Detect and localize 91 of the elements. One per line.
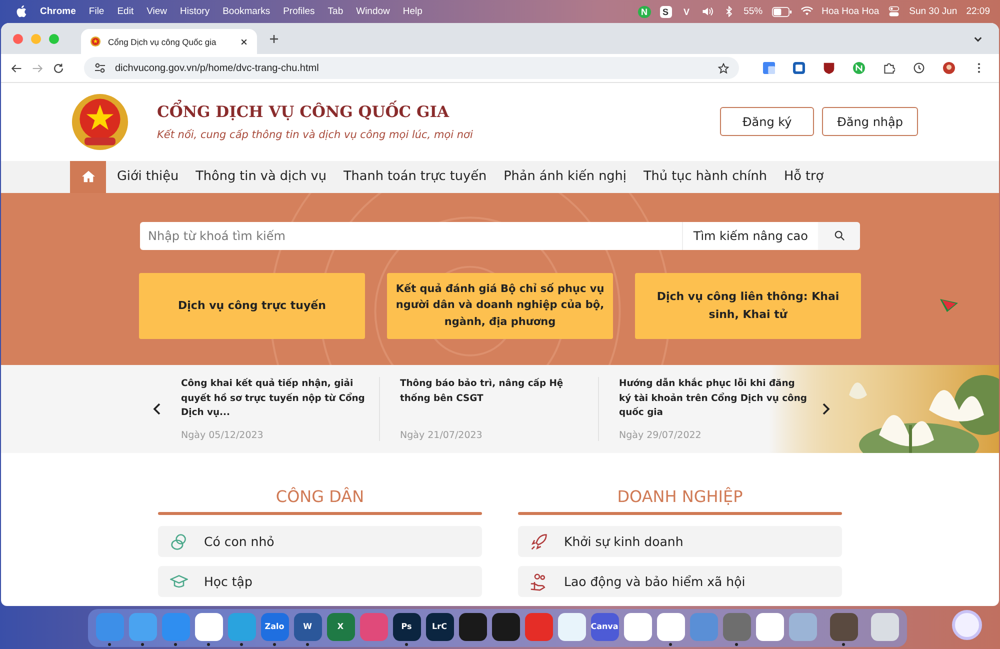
control-center-icon[interactable]: [888, 6, 900, 17]
translate-icon[interactable]: [763, 62, 775, 74]
service-card[interactable]: Dịch vụ công trực tuyến: [139, 272, 365, 338]
section-heading: CÔNG DÂN: [274, 487, 366, 508]
emblem-icon: [90, 36, 101, 47]
category-item[interactable]: Có con nhỏ: [158, 526, 482, 557]
site-settings-icon[interactable]: [94, 63, 106, 73]
reload-icon[interactable]: [53, 62, 64, 74]
app-icon[interactable]: [756, 612, 784, 640]
graduation-cap-icon: [170, 572, 188, 590]
clock-text[interactable]: 22:09: [966, 6, 990, 17]
nav-tab[interactable]: Phản ánh kiến nghị: [492, 160, 632, 192]
close-tab-icon[interactable]: [240, 38, 248, 46]
battery-percent: 55%: [744, 6, 763, 17]
browser-tab[interactable]: Cổng Dịch vụ công Quốc gia: [81, 29, 257, 54]
site-title[interactable]: CỔNG DỊCH VỤ CÔNG QUỐC GIA: [157, 102, 473, 122]
app-icon[interactable]: [458, 612, 486, 640]
emblem-icon: [71, 92, 129, 151]
news-title[interactable]: Công khai kết quả tiếp nhận, giải quyết hồ sơ trực tuyến nộp từ Cổng Dịch vụ...: [181, 376, 369, 422]
nav-tab[interactable]: Thủ tục hành chính: [632, 160, 773, 192]
section-heading: DOANH NGHIỆP: [616, 487, 744, 508]
app-icon[interactable]: Zalo: [260, 612, 288, 640]
wifi-icon[interactable]: [800, 6, 813, 17]
history-icon[interactable]: [913, 62, 925, 74]
apple-icon[interactable]: [16, 5, 27, 18]
nav-tab[interactable]: Hỗ trợ: [773, 160, 830, 192]
app-icon[interactable]: [870, 612, 898, 640]
search-field[interactable]: Nhập từ khoá tìm kiếm: [140, 222, 682, 250]
app-icon[interactable]: Ps: [392, 612, 420, 640]
menu-item[interactable]: Edit: [117, 6, 134, 17]
app-icon[interactable]: Canva: [590, 612, 618, 640]
app-icon[interactable]: [194, 612, 222, 640]
menu-item[interactable]: Window: [356, 6, 390, 17]
assistive-touch-icon[interactable]: [952, 610, 982, 640]
nav-tab[interactable]: Thanh toán trực tuyến: [332, 160, 493, 192]
app-icon[interactable]: [558, 612, 586, 640]
nav-tab[interactable]: Thông tin và dịch vụ: [184, 160, 332, 192]
login-button[interactable]: Đăng nhập: [822, 107, 918, 136]
menu-item[interactable]: History: [180, 6, 210, 17]
menu-item[interactable]: Help: [402, 6, 422, 17]
app-icon[interactable]: [656, 612, 684, 640]
news-date: Ngày 21/07/2023: [400, 430, 484, 441]
menu-item[interactable]: View: [146, 6, 168, 17]
back-icon[interactable]: [11, 62, 22, 74]
close-window-button[interactable]: [13, 34, 23, 44]
address-bar[interactable]: dichvucong.gov.vn/p/home/dvc-trang-chu.html: [84, 57, 739, 79]
service-card[interactable]: Dịch vụ công liên thông: Khai sinh, Khai tử: [635, 272, 861, 338]
app-icon[interactable]: LrC: [426, 612, 454, 640]
hand-with-people-icon: [530, 572, 548, 590]
menu-item[interactable]: File: [88, 6, 104, 17]
rocket-icon: [530, 532, 548, 550]
app-icon[interactable]: [830, 612, 858, 640]
puzzle-icon[interactable]: [883, 62, 895, 74]
news-title[interactable]: Thông báo bảo trì, nâng cấp Hệ thống bên CSGT: [400, 376, 588, 406]
volume-icon[interactable]: [702, 6, 714, 17]
app-icon[interactable]: W: [294, 612, 322, 640]
news-date: Ngày 29/07/2022: [619, 430, 702, 441]
advanced-search-button[interactable]: Tìm kiếm nâng cao: [682, 222, 818, 250]
battery-icon[interactable]: [772, 6, 792, 16]
site-tagline: Kết nối, cung cấp thông tin và dịch vụ công mọi lúc, mọi nơi: [157, 129, 473, 142]
status-icon[interactable]: S: [660, 6, 672, 18]
category-item[interactable]: Lao động và bảo hiểm xã hội: [518, 566, 842, 597]
menu-item[interactable]: Bookmarks: [222, 6, 270, 17]
avatar-icon[interactable]: [943, 62, 955, 74]
watermelon-icon[interactable]: [939, 296, 959, 312]
user-name[interactable]: Hoa Hoa Hoa: [822, 6, 880, 17]
search-button[interactable]: [818, 222, 860, 250]
star-icon[interactable]: [718, 62, 729, 74]
service-card[interactable]: Kết quả đánh giá Bộ chỉ số phục vụ người dân và doanh nghiệp của bộ, ngành, địa phương: [387, 272, 613, 338]
extension-icon[interactable]: [853, 62, 865, 74]
home-tab[interactable]: [70, 160, 106, 192]
register-button[interactable]: Đăng ký: [720, 107, 814, 136]
news-title[interactable]: Hướng dẫn khắc phục lỗi khi đăng ký tài khoản trên Cổng Dịch vụ công quốc gia: [619, 376, 807, 422]
app-icon[interactable]: X: [326, 612, 354, 640]
new-tab-icon[interactable]: [269, 34, 279, 44]
app-icon[interactable]: [492, 612, 520, 640]
news-date: Ngày 05/12/2023: [181, 430, 264, 441]
forward-icon[interactable]: [32, 62, 43, 74]
shield-icon[interactable]: [823, 62, 835, 74]
date-text[interactable]: Sun 30 Jun: [909, 6, 958, 17]
search-icon: [834, 230, 844, 241]
category-item[interactable]: Học tập: [158, 566, 482, 597]
home-icon: [80, 170, 96, 183]
status-icon[interactable]: V: [680, 6, 693, 18]
menu-item[interactable]: Profiles: [283, 6, 315, 17]
app-menu[interactable]: Chrome: [40, 6, 76, 17]
menu-item[interactable]: Tab: [328, 6, 344, 17]
extension-icon[interactable]: [793, 62, 805, 74]
app-icon[interactable]: [624, 612, 652, 640]
category-item[interactable]: Khởi sự kinh doanh: [518, 526, 842, 557]
nav-tab[interactable]: Giới thiệu: [106, 160, 185, 192]
